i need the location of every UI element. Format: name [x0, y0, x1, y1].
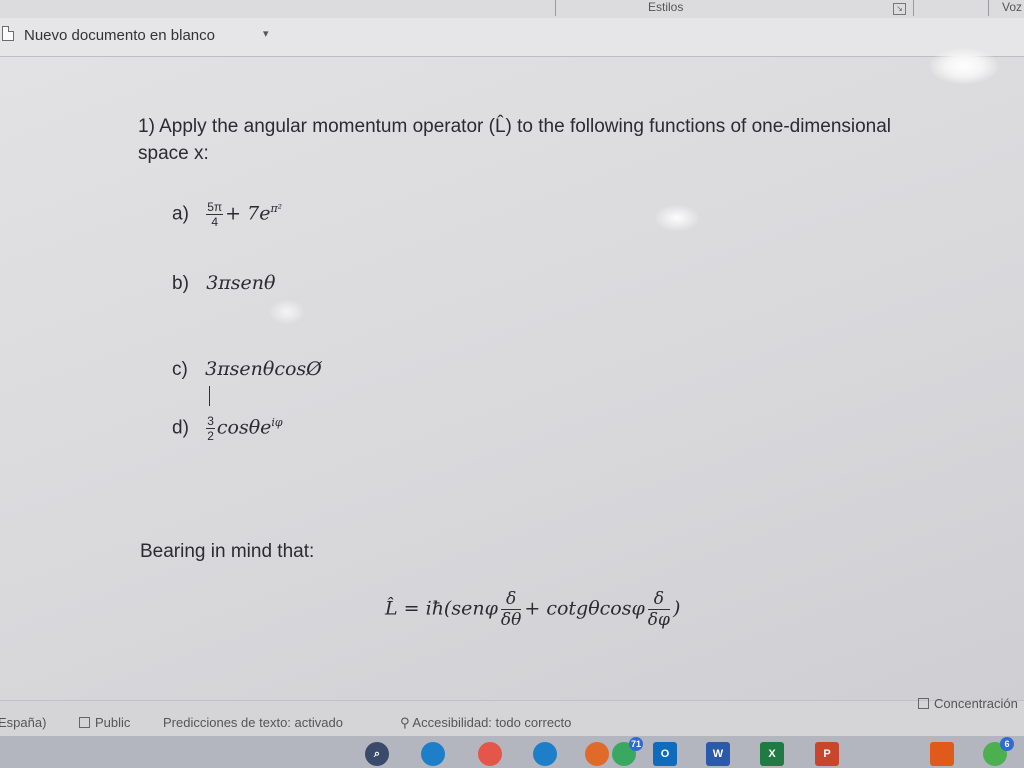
sensitivity-label: Public [95, 715, 131, 730]
item-expression: cosθe [216, 416, 272, 439]
outlook-icon[interactable]: O [653, 742, 677, 766]
excel-icon[interactable]: X [760, 742, 784, 766]
fraction: 3 2 [206, 414, 215, 443]
screen-glare [930, 48, 998, 84]
phone-link-icon[interactable]: 6 [983, 737, 1014, 766]
text-cursor [209, 386, 210, 406]
search-icon[interactable]: ⌕ [365, 742, 389, 766]
sensitivity-status[interactable]: Public [79, 715, 130, 730]
accessibility-label: Accesibilidad: todo correcto [412, 715, 572, 730]
screen-glare [655, 205, 699, 231]
ribbon-separator [988, 0, 989, 16]
fraction-numerator: δ [647, 589, 670, 610]
list-item-c: c) 3πsenθcosØ [172, 358, 322, 381]
ribbon-separator [555, 0, 556, 16]
item-expression: 3πsenθcosØ [205, 358, 322, 380]
fraction-numerator: 3 [206, 414, 215, 429]
item-label: a) [172, 203, 189, 225]
focus-icon [918, 698, 929, 709]
document-icon [2, 26, 14, 41]
fraction-denominator: δφ [647, 610, 670, 630]
screen-glare [270, 300, 304, 324]
dialog-launcher-icon[interactable]: ↘ [893, 3, 906, 15]
formula-end: ) [672, 597, 681, 620]
word-icon[interactable]: W [706, 742, 730, 766]
accessibility-status[interactable]: ⚲ Accesibilidad: todo correcto [400, 715, 571, 731]
item-label: b) [172, 273, 189, 294]
fraction-numerator: δ [500, 589, 522, 610]
list-item-b: b) 3πsenθ [172, 272, 275, 295]
ribbon-strip: Estilos ↘ Voz [0, 0, 1024, 19]
fraction: δ δφ [647, 589, 670, 630]
title-bar: Nuevo documento en blanco ▾ [0, 18, 1024, 57]
item-expression: 3πsenθ [206, 272, 276, 294]
question-text: 1) Apply the angular momentum operator (… [138, 116, 892, 164]
item-label: c) [172, 359, 188, 380]
app-icon[interactable]: 71 [612, 737, 643, 766]
formula-middle: + cotgθcosφ [524, 597, 645, 620]
item-expression: + 7e [225, 202, 271, 225]
language-status[interactable]: España) [0, 715, 46, 730]
browser-icon[interactable] [533, 742, 557, 766]
list-item-a: a) 5π 4 + 7eπ² [172, 200, 282, 229]
firefox-icon[interactable] [585, 742, 609, 766]
focus-label: Concentración [934, 696, 1018, 711]
fraction-denominator: 2 [207, 429, 214, 443]
powerpoint-icon[interactable]: P [815, 742, 839, 766]
voice-group-label: Voz [1002, 0, 1023, 14]
fraction-denominator: δθ [500, 610, 522, 630]
styles-group-label: Estilos [648, 0, 684, 14]
list-item-d: d) 3 2 cosθeiφ [172, 414, 283, 443]
fraction-numerator: 5π [206, 200, 224, 215]
fraction: δ δθ [500, 589, 522, 630]
ribbon-separator [913, 0, 914, 16]
chevron-down-icon[interactable]: ▾ [263, 27, 269, 40]
shield-icon [79, 717, 90, 728]
chrome-icon[interactable] [478, 742, 502, 766]
bearing-text: Bearing in mind that: [140, 541, 315, 562]
edge-icon[interactable] [421, 742, 445, 766]
office-icon[interactable] [930, 742, 954, 766]
formula-lhs: L̂ = iħ(senφ [385, 597, 498, 620]
notification-badge: 71 [629, 737, 643, 751]
item-exponent: π² [270, 202, 283, 216]
status-bar: España) Public Predicciones de texto: ac… [0, 696, 1024, 737]
text-predictions-status[interactable]: Predicciones de texto: activado [163, 715, 343, 730]
notification-badge: 6 [1000, 737, 1014, 751]
accessibility-icon: ⚲ [400, 715, 413, 730]
item-label: d) [172, 417, 189, 439]
fraction: 5π 4 [206, 200, 224, 229]
operator-formula: L̂ = iħ(senφ δ δθ + cotgθcosφ δ δφ) [385, 589, 680, 630]
document-title[interactable]: Nuevo documento en blanco [24, 27, 215, 44]
taskbar: ⌕ 71 O W X P 6 [0, 736, 1024, 768]
item-exponent: iφ [271, 416, 283, 430]
fraction-denominator: 4 [211, 215, 218, 229]
focus-mode-button[interactable]: Concentración [918, 696, 1018, 711]
